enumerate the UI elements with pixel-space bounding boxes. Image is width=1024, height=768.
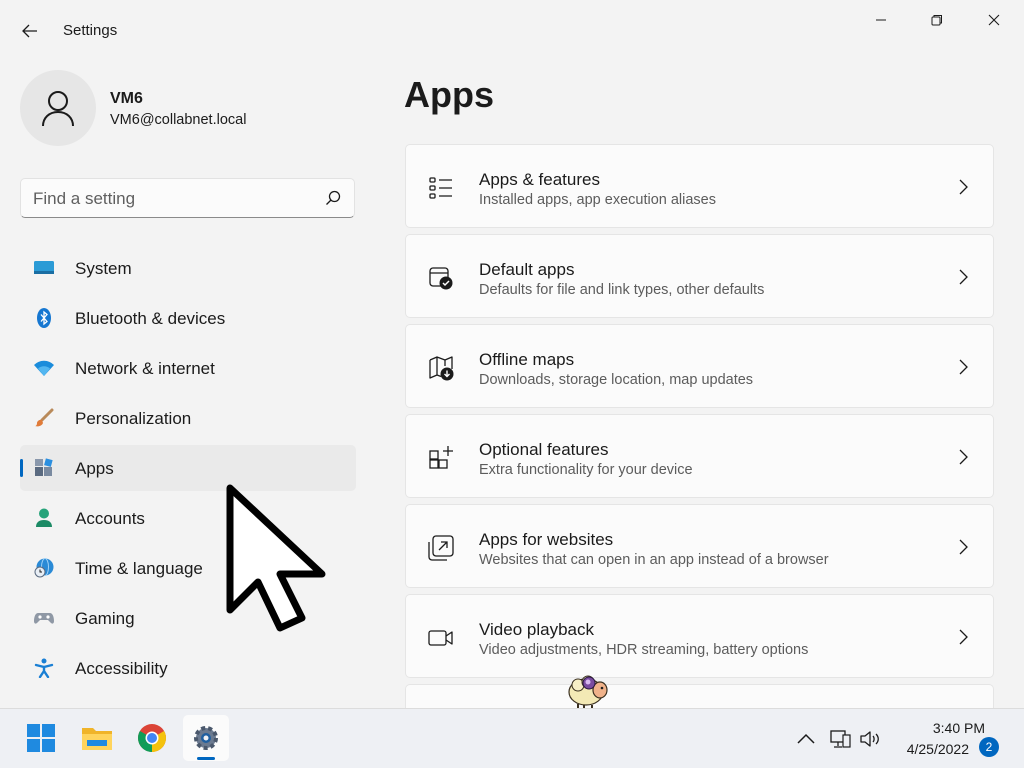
back-arrow-icon xyxy=(22,24,37,38)
card-title: Optional features xyxy=(479,440,609,459)
windows-start-icon xyxy=(27,724,55,752)
sidebar-item-label: Accessibility xyxy=(75,659,168,678)
accessibility-icon xyxy=(34,658,54,678)
gamepad-icon xyxy=(34,613,54,624)
settings-gear-icon xyxy=(194,726,218,750)
card-optional-features[interactable]: Optional features Extra functionality fo… xyxy=(405,414,994,498)
user-profile[interactable]: VM6 VM6@collabnet.local xyxy=(20,70,360,146)
close-button[interactable] xyxy=(971,6,1017,34)
card-subtitle: Video adjustments, HDR streaming, batter… xyxy=(479,642,809,658)
sidebar-item-label: Network & internet xyxy=(75,359,215,378)
apps-icon xyxy=(35,458,53,476)
chrome-icon xyxy=(138,724,166,752)
settings-card-list: Apps & features Installed apps, app exec… xyxy=(405,144,994,714)
chevron-right-icon xyxy=(959,179,968,195)
taskbar-settings[interactable] xyxy=(183,715,229,761)
start-button[interactable] xyxy=(18,715,64,761)
sidebar-item-personalization[interactable]: Personalization xyxy=(20,395,356,441)
sidebar-item-bluetooth[interactable]: Bluetooth & devices xyxy=(20,295,356,341)
grid-add-icon xyxy=(429,446,453,469)
app-title: Settings xyxy=(63,22,118,39)
profile-name: VM6 xyxy=(110,90,143,107)
sidebar-item-label: Bluetooth & devices xyxy=(75,309,226,328)
card-title: Video playback xyxy=(479,620,594,639)
sidebar-item-label: System xyxy=(75,259,132,278)
card-title: Offline maps xyxy=(479,350,575,369)
person-icon xyxy=(36,508,52,527)
search-icon[interactable] xyxy=(324,189,342,207)
restore-button[interactable] xyxy=(914,6,960,34)
taskbar-chrome[interactable] xyxy=(129,715,175,761)
taskbar-file-explorer[interactable] xyxy=(74,715,120,761)
minimize-button[interactable] xyxy=(858,6,904,34)
card-subtitle: Websites that can open in an app instead… xyxy=(479,552,829,568)
card-title: Default apps xyxy=(479,260,575,279)
volume-icon[interactable] xyxy=(859,729,881,749)
chevron-right-icon xyxy=(959,359,968,375)
profile-email: VM6@collabnet.local xyxy=(110,112,247,128)
card-title: Apps for websites xyxy=(479,530,614,549)
sidebar-item-label: Time & language xyxy=(75,559,203,578)
sidebar-item-system[interactable]: System xyxy=(20,245,356,291)
card-title: Apps & features xyxy=(479,170,600,189)
card-apps-for-websites[interactable]: Apps for websites Websites that can open… xyxy=(405,504,994,588)
chevron-right-icon xyxy=(959,539,968,555)
wifi-icon xyxy=(34,360,54,376)
globe-clock-icon xyxy=(34,558,54,578)
file-explorer-icon xyxy=(82,728,112,750)
back-button[interactable] xyxy=(14,16,46,46)
search-box[interactable] xyxy=(20,178,355,218)
chevron-up-icon[interactable] xyxy=(795,729,817,749)
sidebar-item-label: Gaming xyxy=(75,609,135,628)
notification-badge[interactable]: 2 xyxy=(979,737,999,757)
network-ethernet-icon[interactable] xyxy=(829,729,851,749)
sidebar-item-network[interactable]: Network & internet xyxy=(20,345,356,391)
person-icon xyxy=(42,91,74,127)
map-download-icon xyxy=(429,356,454,381)
card-video-playback[interactable]: Video playback Video adjustments, HDR st… xyxy=(405,594,994,678)
minimize-icon xyxy=(876,19,886,21)
close-icon xyxy=(988,14,1000,26)
clock-time[interactable]: 3:40 PM xyxy=(905,720,985,736)
chevron-right-icon xyxy=(959,449,968,465)
sidebar-item-label: Apps xyxy=(75,459,114,478)
system-icon xyxy=(34,261,54,274)
clock-date[interactable]: 4/25/2022 xyxy=(885,741,969,757)
card-partial[interactable] xyxy=(405,684,994,708)
title-bar: Settings xyxy=(0,0,1024,56)
sidebar-item-label: Personalization xyxy=(75,409,192,428)
video-icon xyxy=(428,630,453,646)
chevron-right-icon xyxy=(959,629,968,645)
bluetooth-icon xyxy=(37,308,51,328)
card-subtitle: Installed apps, app execution aliases xyxy=(479,192,716,208)
mouse-pointer-icon xyxy=(226,484,326,632)
brush-icon xyxy=(35,408,54,427)
page-title: Apps xyxy=(404,74,494,115)
card-apps-features[interactable]: Apps & features Installed apps, app exec… xyxy=(405,144,994,228)
avatar[interactable] xyxy=(20,70,96,146)
card-subtitle: Downloads, storage location, map updates xyxy=(479,372,754,388)
card-default-apps[interactable]: Default apps Defaults for file and link … xyxy=(405,234,994,318)
open-external-icon xyxy=(428,535,454,561)
active-app-indicator xyxy=(197,757,215,760)
taskbar: 3:40 PM 4/25/2022 2 xyxy=(0,708,1024,768)
sidebar-item-label: Accounts xyxy=(75,509,145,528)
search-input[interactable] xyxy=(33,187,313,211)
card-subtitle: Extra functionality for your device xyxy=(479,462,693,478)
chevron-right-icon xyxy=(959,269,968,285)
list-icon xyxy=(429,177,452,199)
sheep-mascot-icon xyxy=(568,675,608,710)
card-offline-maps[interactable]: Offline maps Downloads, storage location… xyxy=(405,324,994,408)
card-subtitle: Defaults for file and link types, other … xyxy=(479,282,765,298)
restore-icon xyxy=(931,15,942,26)
active-indicator xyxy=(20,459,23,477)
default-apps-icon xyxy=(429,267,453,290)
sidebar-item-accessibility[interactable]: Accessibility xyxy=(20,645,356,691)
